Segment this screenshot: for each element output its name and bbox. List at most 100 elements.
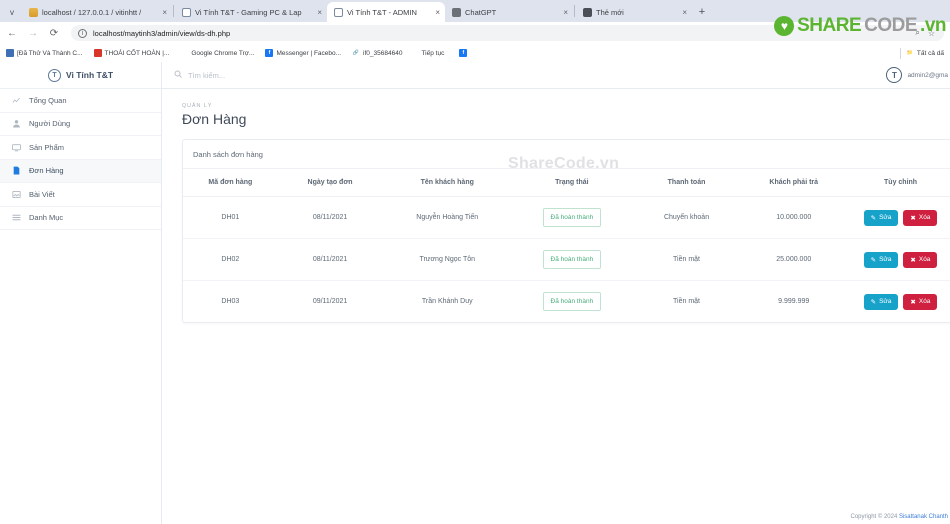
brand-header[interactable]: T Vi Tính T&T <box>0 62 161 89</box>
search-container[interactable] <box>174 70 358 80</box>
cell-tuy-chinh: ✎ Sửa ✖ Xóa <box>846 196 950 239</box>
search-icon <box>174 70 182 80</box>
browser-tab-2[interactable]: T Vi Tính T&T - ADMIN × <box>327 2 445 22</box>
logo-vn-text: .vn <box>920 15 946 36</box>
cell-trang-thai: Đã hoàn thành <box>512 196 632 239</box>
cell-khach-phai-tra: 9.999.999 <box>778 298 810 305</box>
sidebar-item-don-hang[interactable]: Đơn Hàng <box>0 159 161 183</box>
site-info-icon[interactable]: i <box>78 28 87 38</box>
bookmark-label: Google Chrome Trợ... <box>191 49 255 57</box>
cell-ten-khach-hang: Nguyễn Hoàng Tiến <box>382 196 513 239</box>
bookmark-item[interactable]: [Đã Thử Và Thành C... <box>6 49 83 57</box>
orders-card: Danh sách đơn hàng + Thêm Mã đơn hàng Ng… <box>182 139 950 323</box>
tab-search-button[interactable]: v <box>2 2 22 22</box>
plus-icon: + <box>698 6 706 18</box>
sidebar-item-san-pham[interactable]: Sản Phẩm <box>0 136 161 160</box>
delete-button[interactable]: ✖ Xóa <box>903 251 938 268</box>
cell-khach-phai-tra: 25.000.000 <box>741 238 847 281</box>
chevron-down-icon: v <box>10 7 14 17</box>
column-header-tuy-chinh: Tùy chỉnh <box>846 169 950 197</box>
bookmark-label: Tiếp tục <box>421 49 445 57</box>
bookmark-label: if0_35684640 <box>363 49 403 57</box>
close-icon[interactable]: × <box>674 8 687 17</box>
browser-tab-4[interactable]: Thẻ mới × <box>576 2 692 22</box>
site-icon: T <box>182 7 191 17</box>
facebook-icon: f <box>459 49 468 57</box>
sidebar-item-label: Danh Mục <box>29 213 64 223</box>
sidebar-item-tong-quan[interactable]: Tổng Quan <box>0 89 161 113</box>
browser-tab-1[interactable]: T Vi Tính T&T - Gaming PC & Lap × <box>175 2 327 22</box>
sidebar-item-bai-viet[interactable]: Bài Viết <box>0 183 161 207</box>
close-icon: ✖ <box>910 256 916 264</box>
delete-button[interactable]: ✖ Xóa <box>903 209 938 226</box>
browser-tab-3[interactable]: ChatGPT × <box>445 2 573 22</box>
top-navbar: T admin2@gma <box>162 62 950 89</box>
back-button[interactable]: ← <box>6 28 18 39</box>
user-email: admin2@gma <box>907 71 948 79</box>
table-header: Mã đơn hàng Ngày tạo đơn Tên khách hàng … <box>183 169 950 197</box>
user-menu[interactable]: T admin2@gma <box>886 67 948 83</box>
cell-trang-thai: Đã hoàn thành <box>512 281 632 323</box>
table-header-row: Mã đơn hàng Ngày tạo đơn Tên khách hàng … <box>183 169 950 197</box>
bookmark-item[interactable]: f Messenger | Facebo... <box>265 49 341 57</box>
new-tab-button[interactable]: + <box>692 2 712 22</box>
avatar: T <box>886 67 903 83</box>
delete-button-label: Xóa <box>918 298 931 305</box>
reload-button[interactable]: ⟳ <box>48 28 60 39</box>
image-icon <box>12 190 21 199</box>
delete-button[interactable]: ✖ Xóa <box>903 293 938 310</box>
all-bookmarks-button[interactable]: 📁 Tất cả dấ <box>905 49 944 57</box>
table-row[interactable]: DH03 09/11/2021 Trần Khánh Duy Đã hoàn t… <box>183 281 950 323</box>
breadcrumb: QUẢN LÝ <box>182 103 213 109</box>
chart-icon <box>12 96 21 105</box>
row-actions: ✎ Sửa ✖ Xóa <box>848 293 950 310</box>
brand-name: Vi Tính T&T <box>65 70 114 80</box>
sharecode-watermark-logo: ♥ SHARE CODE .vn <box>774 15 946 37</box>
page-body: QUẢN LÝ Đơn Hàng Danh sách đơn hàng + Th… <box>162 89 950 524</box>
footer-copyright: Copyright © 2024 <box>850 514 899 520</box>
sidebar-item-danh-muc[interactable]: Danh Mục <box>0 207 161 230</box>
edit-button[interactable]: ✎ Sửa <box>863 251 899 268</box>
close-icon[interactable]: × <box>555 8 568 17</box>
leaf-icon: ♥ <box>774 16 795 36</box>
bookmark-item[interactable]: Tiếp tục <box>421 50 444 57</box>
cell-thanh-toan: Tiền mặt <box>631 238 742 281</box>
status-badge: Đã hoàn thành <box>542 250 602 269</box>
cell-ma-don-hang: DH01 <box>183 196 278 239</box>
close-icon[interactable]: × <box>154 8 167 17</box>
sidebar: T Vi Tính T&T Tổng Quan Người Dùng Sản P… <box>0 62 162 524</box>
address-bar-url: localhost/maytinh3/admin/view/ds-dh.php <box>93 28 231 38</box>
facebook-shortcut[interactable]: f <box>459 49 468 57</box>
footer-author-link[interactable]: Sisattanak Chanth <box>899 514 948 520</box>
table-row[interactable]: DH02 08/11/2021 Trương Ngọc Tôn Đã hoàn … <box>183 238 950 281</box>
bookmark-item[interactable]: THOÁI CỐT HOÀN |... <box>93 49 169 57</box>
sidebar-item-nguoi-dung[interactable]: Người Dùng <box>0 113 161 136</box>
link-icon: 🔗 <box>352 49 361 57</box>
cell-ten-khach-hang: Trần Khánh Duy <box>421 298 473 305</box>
desktop-icon <box>12 143 21 152</box>
bookmark-item[interactable]: 🔗 if0_35684640 <box>352 49 402 57</box>
edit-button[interactable]: ✎ Sửa <box>863 209 899 226</box>
browser-tab-0[interactable]: localhost / 127.0.0.1 / vitinhtt / × <box>22 2 172 22</box>
edit-button[interactable]: ✎ Sửa <box>863 293 899 310</box>
forward-button[interactable]: → <box>27 28 39 39</box>
localhost-icon <box>29 7 38 17</box>
table-row[interactable]: DH01 08/11/2021 Nguyễn Hoàng Tiến Đã hoà… <box>183 196 950 239</box>
row-actions: ✎ Sửa ✖ Xóa <box>848 251 950 268</box>
search-input[interactable] <box>188 70 358 80</box>
cell-thanh-toan: Tiền mặt <box>673 298 701 305</box>
bookmark-label: Messenger | Facebo... <box>276 49 342 57</box>
all-bookmarks-label: Tất cả dấ <box>916 49 944 57</box>
logo-share-text: SHARE <box>797 15 862 36</box>
red-site-icon <box>93 49 102 57</box>
bookmark-item[interactable]: G Google Chrome Trợ... <box>180 49 254 57</box>
edit-button-label: Sửa <box>879 298 892 305</box>
card-title: Danh sách đơn hàng <box>193 149 263 159</box>
browser-chrome: v localhost / 127.0.0.1 / vitinhtt / × T… <box>0 0 950 62</box>
newtab-icon <box>583 7 592 17</box>
blue-doc-icon <box>6 49 14 57</box>
footer: Copyright © 2024 Sisattanak Chanth <box>851 514 948 520</box>
close-icon[interactable]: × <box>309 8 322 17</box>
close-icon[interactable]: × <box>427 8 440 17</box>
google-icon: G <box>180 49 189 57</box>
